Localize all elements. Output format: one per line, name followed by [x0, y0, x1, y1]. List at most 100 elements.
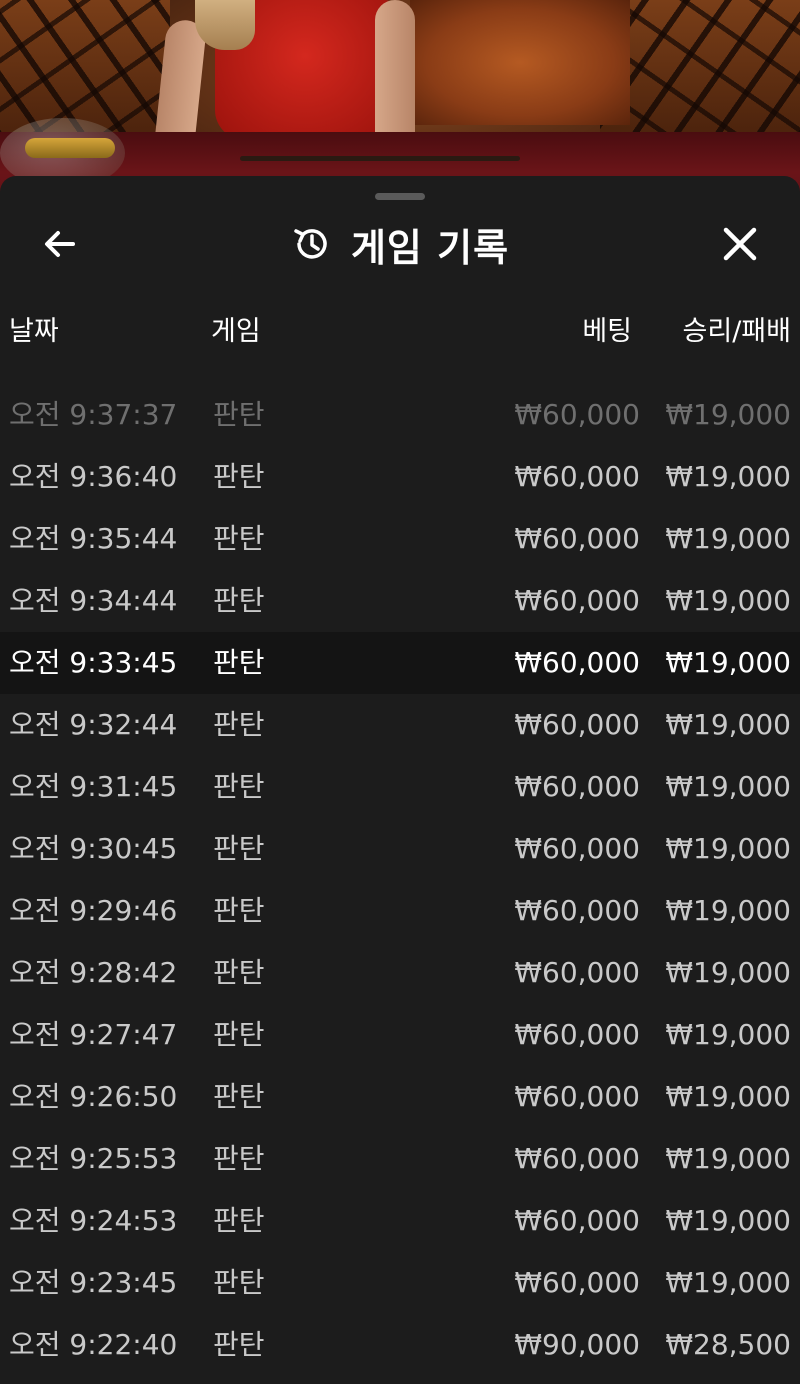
- row-result: ₩19,000: [665, 1018, 791, 1051]
- row-time: 오전 9:25:53: [9, 1142, 178, 1175]
- row-result: ₩28,500: [665, 1328, 791, 1361]
- history-row[interactable]: 오전 9:37:37 판탄 ₩60,000 ₩19,000: [0, 384, 800, 446]
- history-row[interactable]: 오전 9:32:44 판탄 ₩60,000 ₩19,000: [0, 694, 800, 756]
- history-row[interactable]: 오전 9:31:45 판탄 ₩60,000 ₩19,000: [0, 756, 800, 818]
- history-row[interactable]: 오전 9:24:53 판탄 ₩60,000 ₩19,000: [0, 1190, 800, 1252]
- row-time: 오전 9:24:53: [9, 1204, 178, 1237]
- row-bet: ₩60,000: [514, 708, 640, 741]
- row-time: 오전 9:22:40: [9, 1328, 178, 1361]
- row-game: 판탄: [213, 770, 265, 803]
- background-lattice-left: [0, 0, 170, 140]
- row-game: 판탄: [213, 1080, 265, 1113]
- row-time: 오전 9:29:46: [9, 894, 178, 927]
- row-result: ₩19,000: [665, 1080, 791, 1113]
- history-row[interactable]: 오전 9:27:47 판탄 ₩60,000 ₩19,000: [0, 1004, 800, 1066]
- row-game: 판탄: [213, 1204, 265, 1237]
- row-time: 오전 9:33:45: [9, 646, 178, 679]
- row-result: ₩19,000: [665, 1266, 791, 1299]
- row-bet: ₩60,000: [514, 770, 640, 803]
- row-game: 판탄: [213, 1018, 265, 1051]
- column-header-result: 승리/패배: [682, 316, 791, 347]
- row-time: 오전 9:27:47: [9, 1018, 178, 1051]
- row-bet: ₩60,000: [514, 1204, 640, 1237]
- title-group: 게임 기록: [0, 216, 800, 272]
- row-game: 판탄: [213, 1328, 265, 1361]
- dealer-stick: [240, 156, 520, 161]
- page-title: 게임 기록: [350, 225, 510, 270]
- drag-handle[interactable]: [375, 193, 425, 200]
- row-game: 판탄: [213, 460, 265, 493]
- row-result: ₩19,000: [665, 770, 791, 803]
- background-lattice-right: [600, 0, 800, 140]
- row-game: 판탄: [213, 894, 265, 927]
- column-header-date: 날짜: [9, 316, 59, 347]
- history-row[interactable]: 오전 9:36:40 판탄 ₩60,000 ₩19,000: [0, 446, 800, 508]
- row-bet: ₩60,000: [514, 894, 640, 927]
- row-time: 오전 9:23:45: [9, 1266, 178, 1299]
- history-row-selected[interactable]: 오전 9:33:45 판탄 ₩60,000 ₩19,000: [0, 632, 800, 694]
- row-result: ₩19,000: [665, 832, 791, 865]
- row-game: 판탄: [213, 522, 265, 555]
- history-row[interactable]: 오전 9:34:44 판탄 ₩60,000 ₩19,000: [0, 570, 800, 632]
- history-row[interactable]: 오전 9:35:44 판탄 ₩60,000 ₩19,000: [0, 508, 800, 570]
- history-row[interactable]: 오전 9:25:53 판탄 ₩60,000 ₩19,000: [0, 1128, 800, 1190]
- row-result: ₩19,000: [665, 460, 791, 493]
- row-bet: ₩60,000: [514, 1080, 640, 1113]
- row-result: ₩19,000: [665, 894, 791, 927]
- panel-header: 게임 기록: [0, 216, 800, 272]
- close-button[interactable]: [712, 222, 768, 266]
- back-button[interactable]: [30, 222, 90, 266]
- row-time: 오전 9:34:44: [9, 584, 178, 617]
- row-bet: ₩60,000: [514, 522, 640, 555]
- row-game: 판탄: [213, 1266, 265, 1299]
- row-game: 판탄: [213, 646, 265, 679]
- row-time: 오전 9:36:40: [9, 460, 178, 493]
- row-time: 오전 9:30:45: [9, 832, 178, 865]
- row-bet: ₩60,000: [514, 646, 640, 679]
- row-bet: ₩60,000: [514, 1018, 640, 1051]
- row-result: ₩19,000: [665, 708, 791, 741]
- row-bet: ₩60,000: [514, 460, 640, 493]
- game-history-screen: 게임 기록 날짜 게임 베팅 승리/패배 오전 9:37:37 판탄 ₩60,0…: [0, 0, 800, 1384]
- row-result: ₩19,000: [665, 584, 791, 617]
- row-bet: ₩60,000: [514, 398, 640, 431]
- row-game: 판탄: [213, 708, 265, 741]
- history-row[interactable]: 오전 9:22:40 판탄 ₩90,000 ₩28,500: [0, 1314, 800, 1376]
- row-bet: ₩60,000: [514, 1266, 640, 1299]
- gold-bowl: [25, 138, 115, 158]
- history-row[interactable]: 오전 9:23:45 판탄 ₩60,000 ₩19,000: [0, 1252, 800, 1314]
- row-time: 오전 9:31:45: [9, 770, 178, 803]
- row-result: ₩19,000: [665, 646, 791, 679]
- row-bet: ₩60,000: [514, 584, 640, 617]
- row-game: 판탄: [213, 584, 265, 617]
- row-result: ₩19,000: [665, 398, 791, 431]
- row-game: 판탄: [213, 398, 265, 431]
- row-result: ₩19,000: [665, 956, 791, 989]
- column-header-bet: 베팅: [582, 316, 632, 347]
- row-result: ₩19,000: [665, 522, 791, 555]
- row-time: 오전 9:35:44: [9, 522, 178, 555]
- history-list[interactable]: 오전 9:37:37 판탄 ₩60,000 ₩19,000 오전 9:36:40…: [0, 384, 800, 1376]
- row-time: 오전 9:32:44: [9, 708, 178, 741]
- close-icon: [723, 227, 757, 261]
- background-tapestry: [410, 0, 630, 125]
- row-bet: ₩90,000: [514, 1328, 640, 1361]
- history-clock-icon: [294, 229, 327, 259]
- row-bet: ₩60,000: [514, 832, 640, 865]
- history-row[interactable]: 오전 9:29:46 판탄 ₩60,000 ₩19,000: [0, 880, 800, 942]
- history-row[interactable]: 오전 9:28:42 판탄 ₩60,000 ₩19,000: [0, 942, 800, 1004]
- row-game: 판탄: [213, 832, 265, 865]
- history-row[interactable]: 오전 9:26:50 판탄 ₩60,000 ₩19,000: [0, 1066, 800, 1128]
- row-time: 오전 9:26:50: [9, 1080, 178, 1113]
- history-panel: 게임 기록 날짜 게임 베팅 승리/패배 오전 9:37:37 판탄 ₩60,0…: [0, 176, 800, 1384]
- row-bet: ₩60,000: [514, 1142, 640, 1175]
- history-row[interactable]: 오전 9:30:45 판탄 ₩60,000 ₩19,000: [0, 818, 800, 880]
- row-time: 오전 9:28:42: [9, 956, 178, 989]
- row-game: 판탄: [213, 1142, 265, 1175]
- row-bet: ₩60,000: [514, 956, 640, 989]
- row-game: 판탄: [213, 956, 265, 989]
- row-time: 오전 9:37:37: [9, 398, 178, 431]
- column-header-game: 게임: [211, 316, 261, 347]
- row-result: ₩19,000: [665, 1204, 791, 1237]
- row-result: ₩19,000: [665, 1142, 791, 1175]
